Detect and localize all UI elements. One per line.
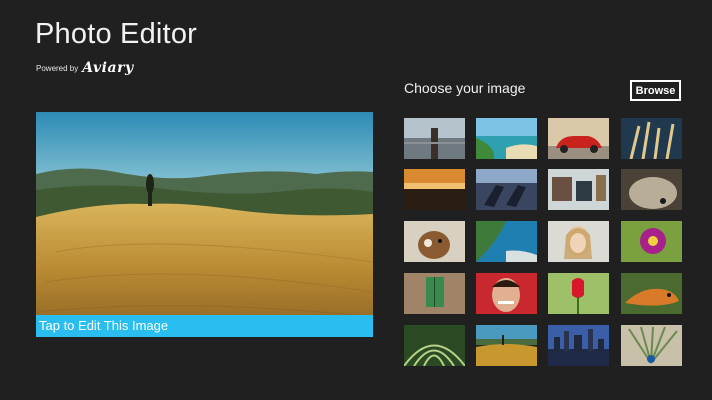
thumbnail-smiling-man[interactable]: [476, 273, 537, 314]
thumbnail-iguana[interactable]: [621, 273, 682, 314]
thumbnail-tropical-beach[interactable]: [476, 118, 537, 159]
thumbnail-lounge-chairs[interactable]: [476, 169, 537, 210]
hero-image[interactable]: Tap to Edit This Image: [36, 112, 373, 337]
brand-logo: Aviary: [82, 60, 134, 76]
edit-image-caption[interactable]: Tap to Edit This Image: [36, 315, 373, 337]
thumbnail-red-car[interactable]: [548, 118, 609, 159]
thumbnail-animal-closeup[interactable]: [621, 169, 682, 210]
thumbnail-dog[interactable]: [404, 221, 465, 262]
choose-image-heading: Choose your image: [404, 80, 526, 96]
thumbnail-cactus[interactable]: [404, 325, 465, 366]
thumbnail-peacock[interactable]: [621, 325, 682, 366]
thumbnail-tuscan-field[interactable]: [476, 325, 537, 366]
thumbnail-city-skyline[interactable]: [548, 325, 609, 366]
hero-landscape-photo: [36, 112, 373, 337]
browse-button[interactable]: Browse: [630, 80, 681, 101]
thumbnail-purple-flower[interactable]: [621, 221, 682, 262]
thumbnail-pier[interactable]: [404, 118, 465, 159]
app-title: Photo Editor: [35, 18, 197, 50]
thumbnail-sunset[interactable]: [404, 169, 465, 210]
thumbnail-coastline[interactable]: [476, 221, 537, 262]
thumbnail-woman-portrait[interactable]: [548, 221, 609, 262]
powered-by: Powered by Aviary: [36, 60, 134, 76]
thumbnail-street-market[interactable]: [548, 169, 609, 210]
powered-by-label: Powered by: [36, 63, 79, 73]
thumbnail-wheat-grass[interactable]: [621, 118, 682, 159]
thumbnail-green-shutter[interactable]: [404, 273, 465, 314]
thumbnail-red-tulip[interactable]: [548, 273, 609, 314]
